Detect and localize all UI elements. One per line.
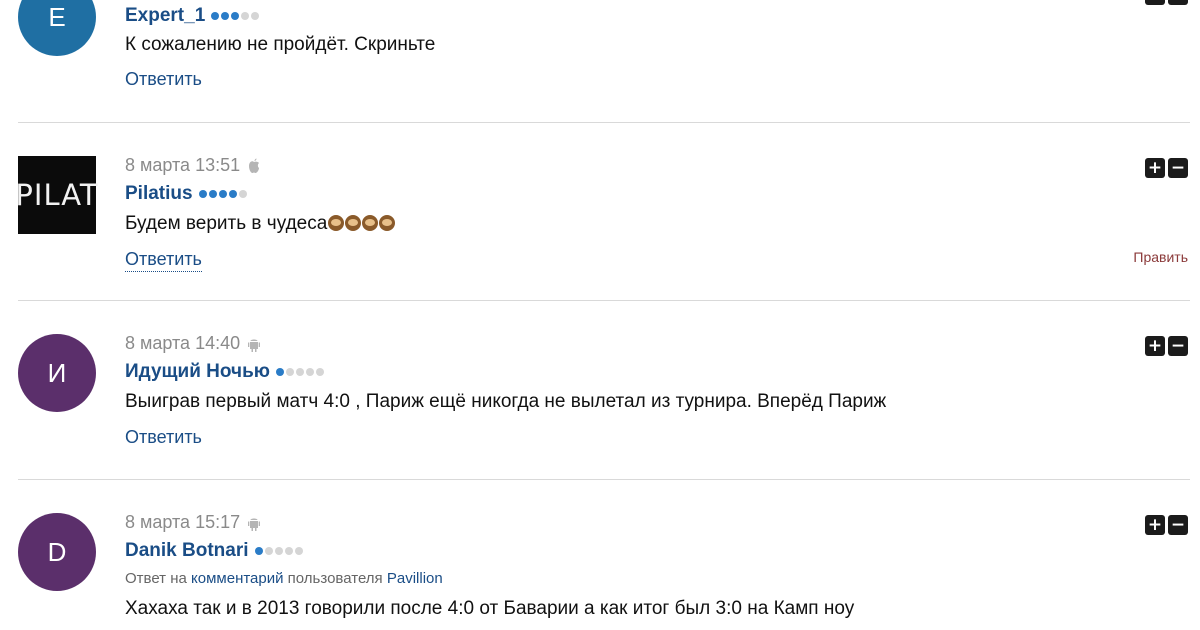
avatar-letter: И — [47, 357, 67, 388]
monkey-hear-no-evil-icon — [345, 215, 362, 231]
avatar[interactable]: PILAT — [15, 156, 99, 234]
author-name[interactable]: Expert_1 — [125, 5, 260, 27]
rank-dots — [211, 12, 260, 20]
rank-dots — [198, 190, 247, 198]
comment-text: К сожалению не пройдёт. Скриньте — [125, 34, 436, 55]
vote-plus-button[interactable]: + — [1145, 0, 1165, 5]
vote-minus-button[interactable]: − — [1168, 336, 1188, 356]
author-label: Danik Botnari — [125, 540, 249, 561]
comment-text-body: Будем верить в чудеса — [125, 213, 328, 234]
monkey-see-no-evil-icon — [379, 215, 396, 231]
avatar[interactable]: И — [18, 334, 96, 412]
avatar[interactable]: D — [18, 513, 96, 591]
rank-dots — [275, 368, 324, 376]
vote-buttons: + − — [1145, 515, 1188, 535]
comment-date: 8 марта 14:40 — [125, 333, 241, 353]
vote-minus-button[interactable]: − — [1168, 158, 1188, 178]
reply-to-line: Ответ на комментарий пользователя Pavill… — [125, 570, 443, 587]
vote-buttons: + − — [1145, 0, 1188, 5]
comment-2: PILAT 8 марта 13:51 Pilatius Будем верит… — [0, 123, 1200, 301]
reply-button[interactable]: Ответить — [125, 69, 202, 90]
comment-text: Будем верить в чудеса — [125, 213, 396, 235]
vote-buttons: + − — [1145, 336, 1188, 356]
comment-meta: 8 марта 13:51 — [125, 155, 260, 176]
avatar[interactable]: E — [18, 0, 96, 56]
vote-minus-button[interactable]: − — [1168, 0, 1188, 5]
author-label: Идущий Ночью — [125, 361, 270, 382]
comment-date: 8 марта 13:51 — [125, 155, 241, 175]
vote-plus-button[interactable]: + — [1145, 336, 1165, 356]
comment-4: D 8 марта 15:17 Danik Botnari Ответ на к… — [0, 480, 1200, 630]
comment-3: И 8 марта 14:40 Идущий Ночью Выиграв пер… — [0, 301, 1200, 479]
author-label: Pilatius — [125, 183, 193, 204]
avatar-letter: D — [47, 536, 67, 567]
author-name[interactable]: Pilatius — [125, 183, 247, 205]
vote-buttons: + − — [1145, 158, 1188, 178]
monkey-speak-no-evil-icon — [362, 215, 379, 231]
reply-to-user-link[interactable]: Pavillion — [387, 570, 443, 587]
comment-date: 8 марта 15:17 — [125, 512, 241, 532]
vote-minus-button[interactable]: − — [1168, 515, 1188, 535]
edit-button[interactable]: Править — [1133, 249, 1188, 265]
android-icon — [248, 339, 261, 352]
comment-meta: 8 марта 14:40 — [125, 333, 261, 354]
monkey-see-no-evil-icon — [328, 215, 345, 231]
author-name[interactable]: Danik Botnari — [125, 540, 303, 562]
reply-to-prefix: Ответ на — [125, 570, 187, 587]
vote-plus-button[interactable]: + — [1145, 158, 1165, 178]
comment-1: E Expert_1 К сожалению не пройдёт. Скрин… — [0, 0, 1200, 120]
android-icon — [248, 518, 261, 531]
comment-meta: 8 марта 15:17 — [125, 512, 261, 533]
avatar-letter: E — [48, 1, 66, 32]
avatar-text: PILAT — [15, 178, 99, 212]
reply-button[interactable]: Ответить — [125, 249, 202, 272]
rank-dots — [254, 547, 303, 555]
vote-plus-button[interactable]: + — [1145, 515, 1165, 535]
reply-button[interactable]: Ответить — [125, 427, 202, 448]
comment-text: Хахаха так и в 2013 говорили после 4:0 о… — [125, 598, 855, 619]
author-name[interactable]: Идущий Ночью — [125, 361, 324, 383]
reply-to-mid: пользователя — [287, 570, 383, 587]
apple-icon — [249, 158, 260, 173]
author-label: Expert_1 — [125, 5, 206, 26]
comment-text: Выиграв первый матч 4:0 , Париж ещё нико… — [125, 391, 887, 412]
reply-to-comment-link[interactable]: комментарий — [191, 570, 283, 587]
